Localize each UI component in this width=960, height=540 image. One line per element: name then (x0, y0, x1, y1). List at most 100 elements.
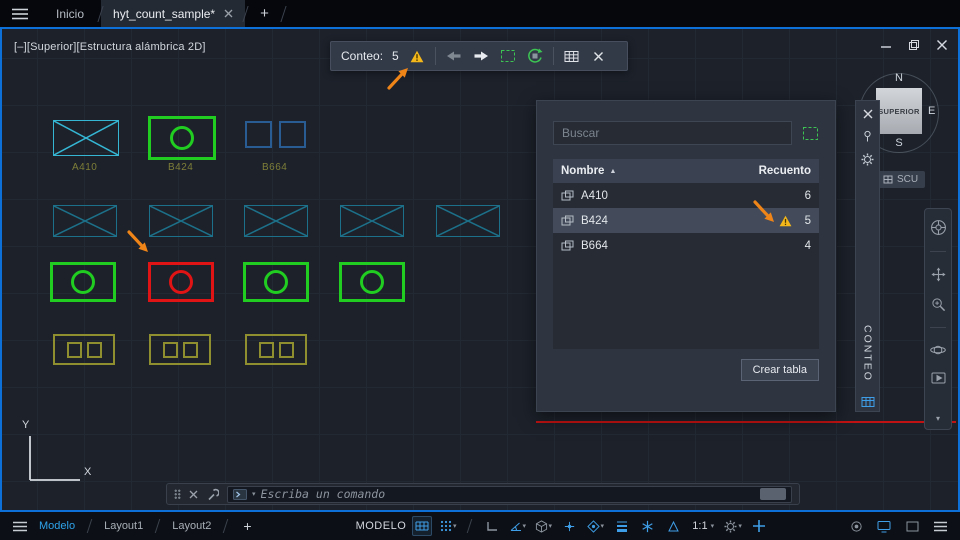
block-a410-instance[interactable] (149, 205, 213, 237)
annotation-arrow-icon (753, 200, 774, 222)
block-b424-instance[interactable] (148, 116, 216, 160)
gear-icon (724, 520, 737, 532)
viewcube-east[interactable]: E (928, 105, 935, 117)
table-header[interactable]: Nombre ▲ Recuento (553, 159, 819, 183)
new-tab-label: + (260, 5, 269, 22)
annotation-visibility-toggle[interactable] (637, 516, 657, 536)
close-palette-icon[interactable] (863, 109, 873, 119)
annotation-arrow-icon (127, 230, 148, 252)
isodraft-toggle[interactable]: ▾ (533, 516, 553, 536)
block-b664-instance[interactable] (53, 334, 115, 365)
model-tab[interactable]: Modelo (36, 520, 78, 532)
palette-title-bar: CONTEO (855, 100, 880, 412)
close-command-line-icon[interactable] (189, 490, 198, 499)
row-name: B664 (581, 239, 608, 252)
name-column-header[interactable]: Nombre (561, 165, 604, 177)
select-objects-icon[interactable] (802, 126, 819, 141)
quick-measure-button[interactable] (749, 516, 769, 536)
count-column-header[interactable]: Recuento (759, 165, 811, 177)
new-layout-button[interactable]: + (237, 518, 257, 534)
create-table-icon[interactable] (563, 46, 581, 66)
orbit-icon[interactable] (930, 343, 946, 357)
workspace-gear-button[interactable]: ▾ (723, 516, 743, 536)
block-b664-instance[interactable] (245, 334, 307, 365)
block-a410-instance[interactable] (53, 205, 117, 237)
viewcube-top-face[interactable]: SUPERIOR (876, 88, 922, 134)
toolbar-divider (552, 47, 554, 65)
zoom-icon[interactable] (931, 297, 946, 312)
zoom-to-instance-icon[interactable] (526, 46, 544, 66)
grid-toggle[interactable] (412, 516, 433, 536)
row-count: 6 (804, 189, 811, 202)
block-b664-instance[interactable] (245, 121, 306, 148)
polar-tracking-toggle[interactable]: ▾ (507, 516, 527, 536)
osnap-toggle[interactable]: ▾ (585, 516, 605, 536)
isolate-objects-button[interactable] (846, 516, 866, 536)
block-b424-instance[interactable] (50, 262, 116, 302)
clean-screen-button[interactable] (902, 516, 922, 536)
lineweight-toggle[interactable] (611, 516, 631, 536)
caret-down-icon[interactable]: ▾ (252, 490, 256, 498)
lineweight-icon (616, 521, 627, 532)
layout2-tab[interactable]: Layout2 (169, 520, 214, 532)
table-row[interactable]: B664 4 (553, 233, 819, 258)
customization-menu-button[interactable] (930, 516, 950, 536)
block-a410-instance[interactable] (340, 205, 404, 237)
model-space-toggle[interactable]: MODELO (356, 520, 407, 532)
row-name: A410 (581, 189, 608, 202)
auto-hide-pin-icon[interactable] (862, 130, 873, 142)
caret-down-icon: ▾ (600, 523, 605, 530)
command-scrollbar[interactable] (760, 488, 786, 500)
tab-drawing-active[interactable]: hyt_count_sample* (101, 0, 246, 27)
close-count-toolbar-icon[interactable] (590, 46, 608, 66)
pan-icon[interactable] (930, 267, 946, 282)
command-prompt-icon[interactable] (233, 488, 247, 500)
minimize-button[interactable] (880, 39, 892, 51)
layout-menu-button[interactable] (10, 516, 30, 536)
viewport-controls-label[interactable]: [–][Superior][Estructura alámbrica 2D] (14, 41, 206, 53)
close-window-button[interactable] (936, 39, 948, 51)
block-b424-instance-highlighted[interactable] (148, 262, 214, 302)
previous-instance-button[interactable] (445, 46, 463, 66)
application-menu-button[interactable] (0, 0, 40, 27)
viewcube-north[interactable]: N (876, 72, 922, 84)
next-instance-button[interactable] (472, 46, 490, 66)
chevron-down-icon[interactable]: ▾ (936, 414, 940, 423)
command-input[interactable] (260, 487, 755, 501)
block-a410-instance[interactable] (53, 120, 119, 156)
customize-wrench-icon[interactable] (206, 488, 219, 501)
restore-button[interactable] (908, 39, 920, 51)
properties-gear-icon[interactable] (861, 153, 874, 166)
count-value: 5 (392, 49, 399, 63)
select-instances-icon[interactable] (499, 46, 517, 66)
create-table-button[interactable]: Crear tabla (740, 359, 819, 381)
drag-grip[interactable] (174, 488, 181, 500)
block-a410-instance[interactable] (436, 205, 500, 237)
graphics-performance-button[interactable] (874, 516, 894, 536)
viewcube-south[interactable]: S (876, 137, 922, 149)
show-motion-icon[interactable] (931, 372, 946, 384)
tab-drawing-label: hyt_count_sample* (113, 6, 216, 21)
ortho-toggle[interactable] (481, 516, 501, 536)
drawing-area[interactable]: [–][Superior][Estructura alámbrica 2D] A… (0, 27, 960, 512)
palette-title[interactable]: CONTEO (862, 325, 874, 382)
block-b424-instance[interactable] (243, 262, 309, 302)
block-b424-instance[interactable] (339, 262, 405, 302)
ucs-selector[interactable]: SCU (876, 171, 926, 188)
search-input[interactable] (553, 121, 792, 145)
snap-toggle[interactable]: ▾ (438, 516, 458, 536)
layout1-tab[interactable]: Layout1 (101, 520, 146, 532)
navigation-wheel-icon[interactable] (930, 219, 947, 236)
hamburger-icon (13, 521, 27, 531)
tab-start[interactable]: Inicio (40, 0, 100, 27)
osnap-tracking-toggle[interactable] (559, 516, 579, 536)
block-b664-instance[interactable] (149, 334, 211, 365)
annotation-autoscale-toggle[interactable] (663, 516, 683, 536)
command-input-field[interactable]: ▾ (227, 485, 792, 503)
block-a410-instance[interactable] (244, 205, 308, 237)
annotation-scale-button[interactable]: 1:1 ▾ (689, 520, 717, 532)
table-shortcut-icon[interactable] (861, 396, 875, 408)
close-tab-icon[interactable] (224, 9, 233, 18)
block-label: A410 (72, 162, 98, 173)
new-drawing-tab-button[interactable]: + (246, 0, 283, 27)
